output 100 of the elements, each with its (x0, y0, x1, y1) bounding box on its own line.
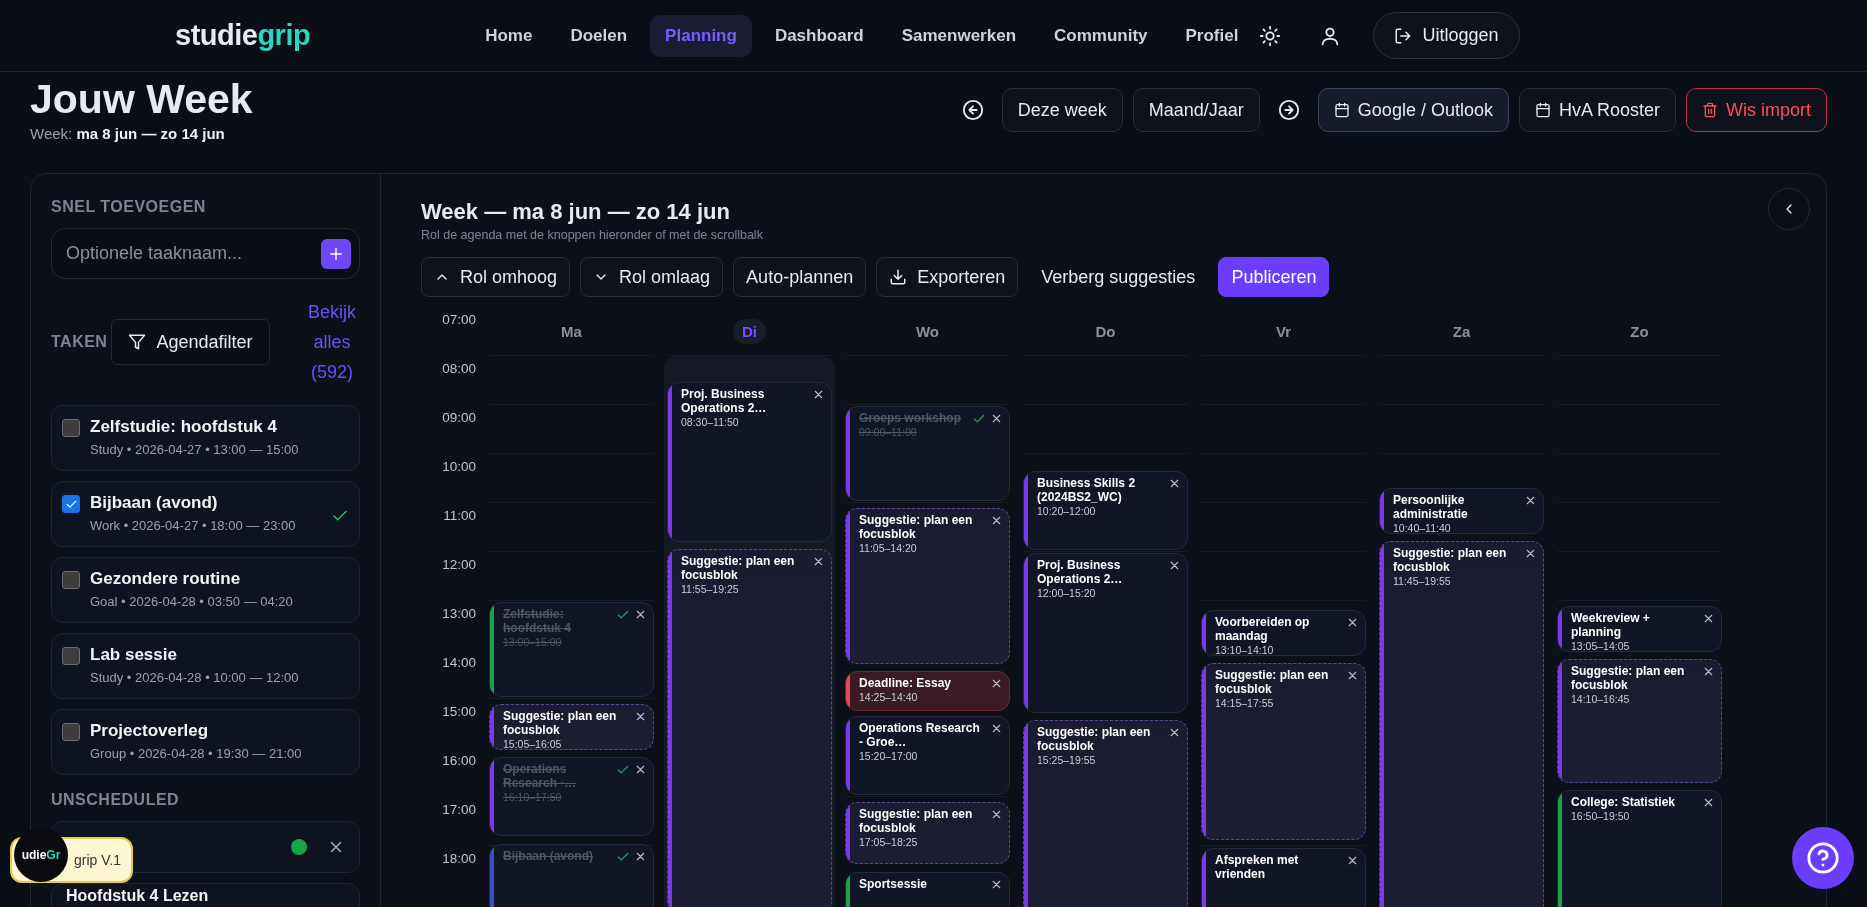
nav-tab[interactable]: Planning (650, 14, 752, 57)
event-time: 10:20–12:00 (1037, 505, 1097, 518)
section-heading: SNEL TOEVOEGEN (51, 198, 207, 216)
deadline-event[interactable]: Deadline: Essay 14:25–14:40 (845, 671, 1010, 712)
task-title: Hoofdstuk 4 Lezen (66, 887, 209, 905)
calendar-hint: Rol de agenda met de knoppen hieronder of met de scrollbalk (421, 228, 763, 242)
logout-button[interactable]: Uitloggen (1373, 12, 1520, 59)
calendar-filter-button[interactable]: Agendafilter (111, 319, 270, 365)
scroll-up-button[interactable]: Rol omhoog (421, 257, 571, 297)
event-time: 17:05–18:25 (859, 836, 919, 849)
suggestion-block[interactable]: Suggestie: plan een focusblok 14:15–17:55 (1201, 663, 1366, 840)
event-time: 11:45–19:55 (1393, 574, 1452, 587)
task-meta: Study • 2026-04-28 • 10:00 — 12:00 (90, 670, 299, 685)
calendar-event[interactable]: Weekreview + planning 13:05–14:05 (1557, 606, 1722, 653)
scroll-down-button[interactable]: Rol omlaag (580, 257, 724, 297)
calendar-icon (1534, 102, 1551, 118)
remove-event-button[interactable] (1168, 559, 1181, 572)
event-time: 13:05–14:05 (1571, 640, 1631, 652)
view-button[interactable]: Maand/Jaar (1132, 88, 1260, 132)
suggestion-block[interactable]: Suggestie: plan een focusblok 11:55–19:25 (667, 548, 832, 907)
calendar-event[interactable]: Operations Research - Groe… 15:20–17:00 (845, 716, 1010, 795)
task-title: Projectoverleg (90, 721, 210, 741)
nav-tab[interactable]: Community (1039, 14, 1163, 57)
suggestion-block[interactable]: Suggestie: plan een focusblok 14:10–16:45 (1557, 659, 1722, 783)
event-time: 14:10–16:45 (1571, 693, 1631, 706)
task-checkbox[interactable] (62, 723, 80, 741)
task-card[interactable]: Zelfstudie: hoofdstuk 4 Study • 2026-04-27 • 13:00 — 15:00 (51, 405, 360, 471)
view-all-link[interactable]: Bekijk alles (592) (304, 297, 360, 387)
event-title: Persoonlijke administratie (1393, 492, 1469, 521)
sun-icon (1259, 24, 1282, 47)
suggestion-block[interactable]: Suggestie: plan een focusblok 17:05–18:25 (845, 802, 1010, 865)
calendar-event[interactable]: Proj. Business Operations 2… 08:30–11:50 (667, 381, 832, 542)
day-header: Zo (1629, 322, 1650, 342)
event-title: Weekreview + planning (1571, 611, 1651, 640)
remove-event-button[interactable] (990, 412, 1003, 425)
calendar-event[interactable]: Business Skills 2 (2024BS2_WC) 10:20–12:00 (1023, 471, 1188, 550)
calendar-event[interactable]: Voorbereiden op maandag 13:10–14:10 (1201, 610, 1366, 657)
download-icon (889, 268, 908, 286)
calendar-event[interactable]: College: Statistiek 16:50–19:50 (1557, 789, 1722, 907)
arrow-left-circle-icon (961, 99, 984, 121)
hour-label: 12:00 (442, 557, 476, 572)
close-icon (634, 608, 647, 621)
event-time: 14:25–14:40 (859, 691, 919, 704)
task-card[interactable]: Projectoverleg Group • 2026-04-28 • 19:30 — 21:00 (51, 709, 360, 775)
calendar-title: Week — ma 8 jun — zo 14 jun (421, 198, 731, 226)
section-heading: UNSCHEDULED (51, 791, 181, 809)
task-card[interactable]: Gezondere routine Goal • 2026-04-28 • 03:50 — 04:20 (51, 557, 360, 623)
task-card[interactable]: Bijbaan (avond) Work • 2026-04-27 • 18:00 — 23:00 (51, 481, 360, 547)
suggestion-block[interactable]: Suggestie: plan een focusblok 11:05–14:20 (845, 508, 1010, 665)
logo-toast[interactable]: udieGr (14, 828, 68, 882)
task-card[interactable]: Lab sessie Study • 2026-04-28 • 10:00 — 12:00 (51, 633, 360, 699)
day-header: Ma (560, 322, 583, 342)
section-heading: TAKEN (51, 333, 108, 351)
logout-icon (1394, 26, 1413, 45)
event-title: Suggestie: plan een focusblok (859, 513, 974, 542)
nav-tab[interactable]: Dashboard (759, 14, 879, 57)
event-time: 16:50–19:50 (1571, 809, 1631, 822)
event-title: Proj. Business Operations 2… (1037, 558, 1124, 586)
suggestion-block[interactable]: Suggestie: plan een focusblok 11:45–19:55 (1379, 540, 1544, 907)
calendar-event[interactable]: Proj. Business Operations 2… 12:00–15:20 (1023, 553, 1188, 714)
hour-label: 07:00 (442, 312, 476, 327)
nav-tab[interactable]: Home (470, 14, 548, 57)
clear-import-button[interactable]: Wis import (1686, 88, 1827, 132)
export-button[interactable]: Exporteren (876, 257, 1019, 297)
event-title: Suggestie: plan een focusblok (681, 553, 796, 582)
nav-tab[interactable]: Samenwerken (886, 14, 1032, 57)
event-time: 13:00–15:00 (503, 636, 563, 648)
task-checkbox[interactable] (62, 495, 80, 513)
hour-label: 15:00 (442, 704, 476, 719)
calendar-import-button[interactable]: Google / Outlook (1317, 88, 1509, 132)
suggestion-block[interactable]: Suggestie: plan een focusblok 15:05–16:05 (489, 704, 654, 751)
task-name-field[interactable]: Optionele taaknaam... (66, 229, 321, 278)
app-logo[interactable]: studiegrip (175, 19, 311, 52)
calendar-event[interactable]: Afspreken met vrienden (1201, 847, 1366, 907)
hide-suggestions-button[interactable]: Verberg suggesties (1028, 257, 1209, 297)
unscheduled-item[interactable]: Hoofdstuk 4 Lezen (51, 883, 360, 907)
calendar-event[interactable]: Sportsessie (845, 872, 1010, 907)
calendar-icon (1333, 102, 1350, 118)
version-label: grip V.1 (74, 852, 121, 868)
task-meta: Study • 2026-04-27 • 13:00 — 15:00 (90, 442, 299, 457)
event-time: 13:10–14:10 (1215, 644, 1275, 656)
hour-label: 16:00 (442, 753, 476, 768)
task-checkbox[interactable] (62, 571, 80, 589)
calendar-import-button[interactable]: HvA Rooster (1518, 88, 1676, 132)
task-checkbox[interactable] (62, 647, 80, 665)
suggestion-block[interactable]: Suggestie: plan een focusblok 15:25–19:55 (1023, 720, 1188, 907)
auto-plan-button[interactable]: Auto-plannen (733, 257, 867, 297)
add-task-button[interactable] (321, 238, 351, 269)
task-checkbox[interactable] (62, 419, 80, 437)
nav-tab[interactable]: Profiel (1170, 14, 1254, 57)
view-button[interactable]: Deze week (1001, 88, 1123, 132)
nav-tab[interactable]: Doelen (555, 14, 643, 57)
event-time: 08:30–11:50 (681, 415, 740, 428)
day-header: Za (1451, 322, 1472, 342)
remove-event-button[interactable] (634, 608, 647, 621)
event-time: 10:40–11:40 (1393, 521, 1452, 533)
quick-add-field[interactable]: Optionele taaknaam... (51, 228, 360, 279)
publish-button[interactable]: Publiceren (1218, 257, 1330, 297)
task-title: Lab sessie (90, 645, 178, 665)
calendar-event[interactable]: Persoonlijke administratie 10:40–11:40 (1379, 487, 1544, 534)
